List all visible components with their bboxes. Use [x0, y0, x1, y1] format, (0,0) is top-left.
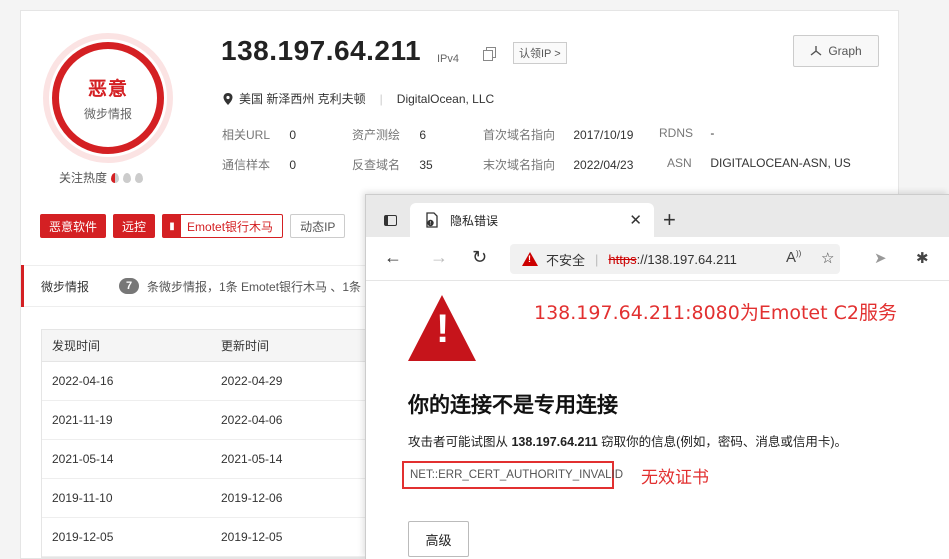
error-code[interactable]: NET::ERR_CERT_AUTHORITY_INVALID — [410, 469, 623, 481]
ip-version: IPv4 — [437, 53, 460, 65]
vertical-tabs-icon[interactable] — [384, 215, 397, 226]
meta-samples: 通信样本 0 — [222, 158, 297, 172]
copy-icon[interactable] — [483, 47, 497, 61]
verdict-label: 恶意 — [87, 79, 128, 100]
meta-asn: ASN DIGITALOCEAN-ASN, US — [667, 156, 851, 170]
not-secure-label[interactable]: 不安全 — [546, 250, 585, 269]
puzzle-icon[interactable]: ✱ — [916, 249, 929, 267]
refresh-icon[interactable]: ↻ — [472, 247, 487, 268]
tag-emotet[interactable]: ▮ Emotet银行木马 — [162, 214, 284, 238]
address-bar: ← → ↻ 不安全 | https ://138.197.64.211 A)) … — [366, 237, 949, 281]
error-description: 攻击者可能试图从 138.197.64.211 窃取你的信息(例如，密码、消息或… — [408, 435, 847, 449]
tab-strip: ! 隐私错误 ✕ + — [366, 195, 949, 237]
annotation-invalid-cert: 无效证书 — [641, 468, 709, 488]
error-page: ! 138.197.64.211:8080为Emotet C2服务 你的连接不是… — [366, 281, 949, 559]
new-tab-icon[interactable]: + — [663, 207, 676, 233]
error-title: 你的连接不是专用连接 — [408, 394, 618, 417]
intel-count-badge: 7 — [119, 278, 139, 294]
tag-dynamic-ip[interactable]: 动态IP — [290, 214, 346, 238]
advanced-button[interactable]: 高级 — [408, 521, 469, 557]
warning-icon[interactable] — [522, 252, 538, 266]
graph-icon — [810, 46, 822, 56]
divider: | — [379, 91, 383, 106]
intel-label: 微步情报 — [41, 279, 90, 294]
browser-window: ! 隐私错误 ✕ + ← → ↻ 不安全 | https ://138.197.… — [365, 194, 949, 559]
graph-button[interactable]: Graph — [793, 35, 879, 67]
back-icon[interactable]: ← — [384, 247, 402, 268]
meta-last-resolve: 末次域名指向 2022/04/23 — [483, 158, 634, 172]
read-aloud-icon[interactable]: A)) — [786, 249, 801, 266]
attention-heat: 关注热度 — [59, 169, 144, 186]
ip-title: 138.197.64.211 — [221, 35, 422, 66]
favorite-add-icon[interactable]: ☆ — [821, 249, 834, 267]
svg-text:!: ! — [429, 221, 431, 227]
tab-title: 隐私错误 — [450, 213, 499, 228]
url-scheme: https — [608, 251, 637, 267]
heat-label: 关注热度 — [59, 171, 108, 185]
meta-reverse-domains: 反查域名 35 — [352, 158, 433, 172]
tag-list: 恶意软件 远控 ▮ Emotet银行木马 动态IP — [40, 214, 346, 238]
bookmark-icon: ▮ — [163, 215, 182, 237]
verdict-source: 微步情报 — [83, 107, 132, 121]
tag-remote-control[interactable]: 远控 — [113, 214, 156, 238]
meta-related-url: 相关URL 0 — [222, 128, 297, 142]
column-header: 发现时间 — [52, 339, 101, 353]
location-row: 美国 新泽西州 克利夫顿 | DigitalOcean, LLC — [223, 90, 494, 107]
flame-icon — [111, 172, 120, 183]
page-warning-icon: ! — [426, 212, 438, 228]
intel-summary-text: 条微步情报，1条 Emotet银行木马 、1条 — [147, 279, 362, 294]
large-warning-icon: ! — [408, 295, 476, 361]
owner-text: DigitalOcean, LLC — [396, 91, 495, 106]
flame-icon — [123, 172, 132, 183]
claim-ip-button[interactable]: 认领IP > — [513, 42, 567, 64]
verdict-ring: 恶意 微步情报 — [43, 33, 173, 163]
tag-malware[interactable]: 恶意软件 — [40, 214, 107, 238]
annotation-c2: 138.197.64.211:8080为Emotet C2服务 — [534, 302, 897, 324]
tab-privacy-error[interactable]: ! 隐私错误 ✕ — [410, 203, 654, 237]
url-host: ://138.197.64.211 — [636, 251, 737, 267]
meta-first-resolve: 首次域名指向 2017/10/19 — [483, 128, 634, 142]
graph-label: Graph — [828, 44, 862, 58]
flame-icon — [135, 172, 144, 183]
extension-icon[interactable]: ➤ — [874, 249, 887, 267]
error-code-highlight: NET::ERR_CERT_AUTHORITY_INVALID — [402, 461, 623, 489]
location-pin-icon — [223, 92, 233, 105]
close-icon[interactable]: ✕ — [629, 211, 642, 229]
meta-asset: 资产测绘 6 — [352, 128, 427, 142]
location-text: 美国 新泽西州 克利夫顿 — [239, 92, 366, 106]
forward-icon[interactable]: → — [430, 247, 448, 268]
meta-rdns: RDNS - — [659, 126, 715, 140]
